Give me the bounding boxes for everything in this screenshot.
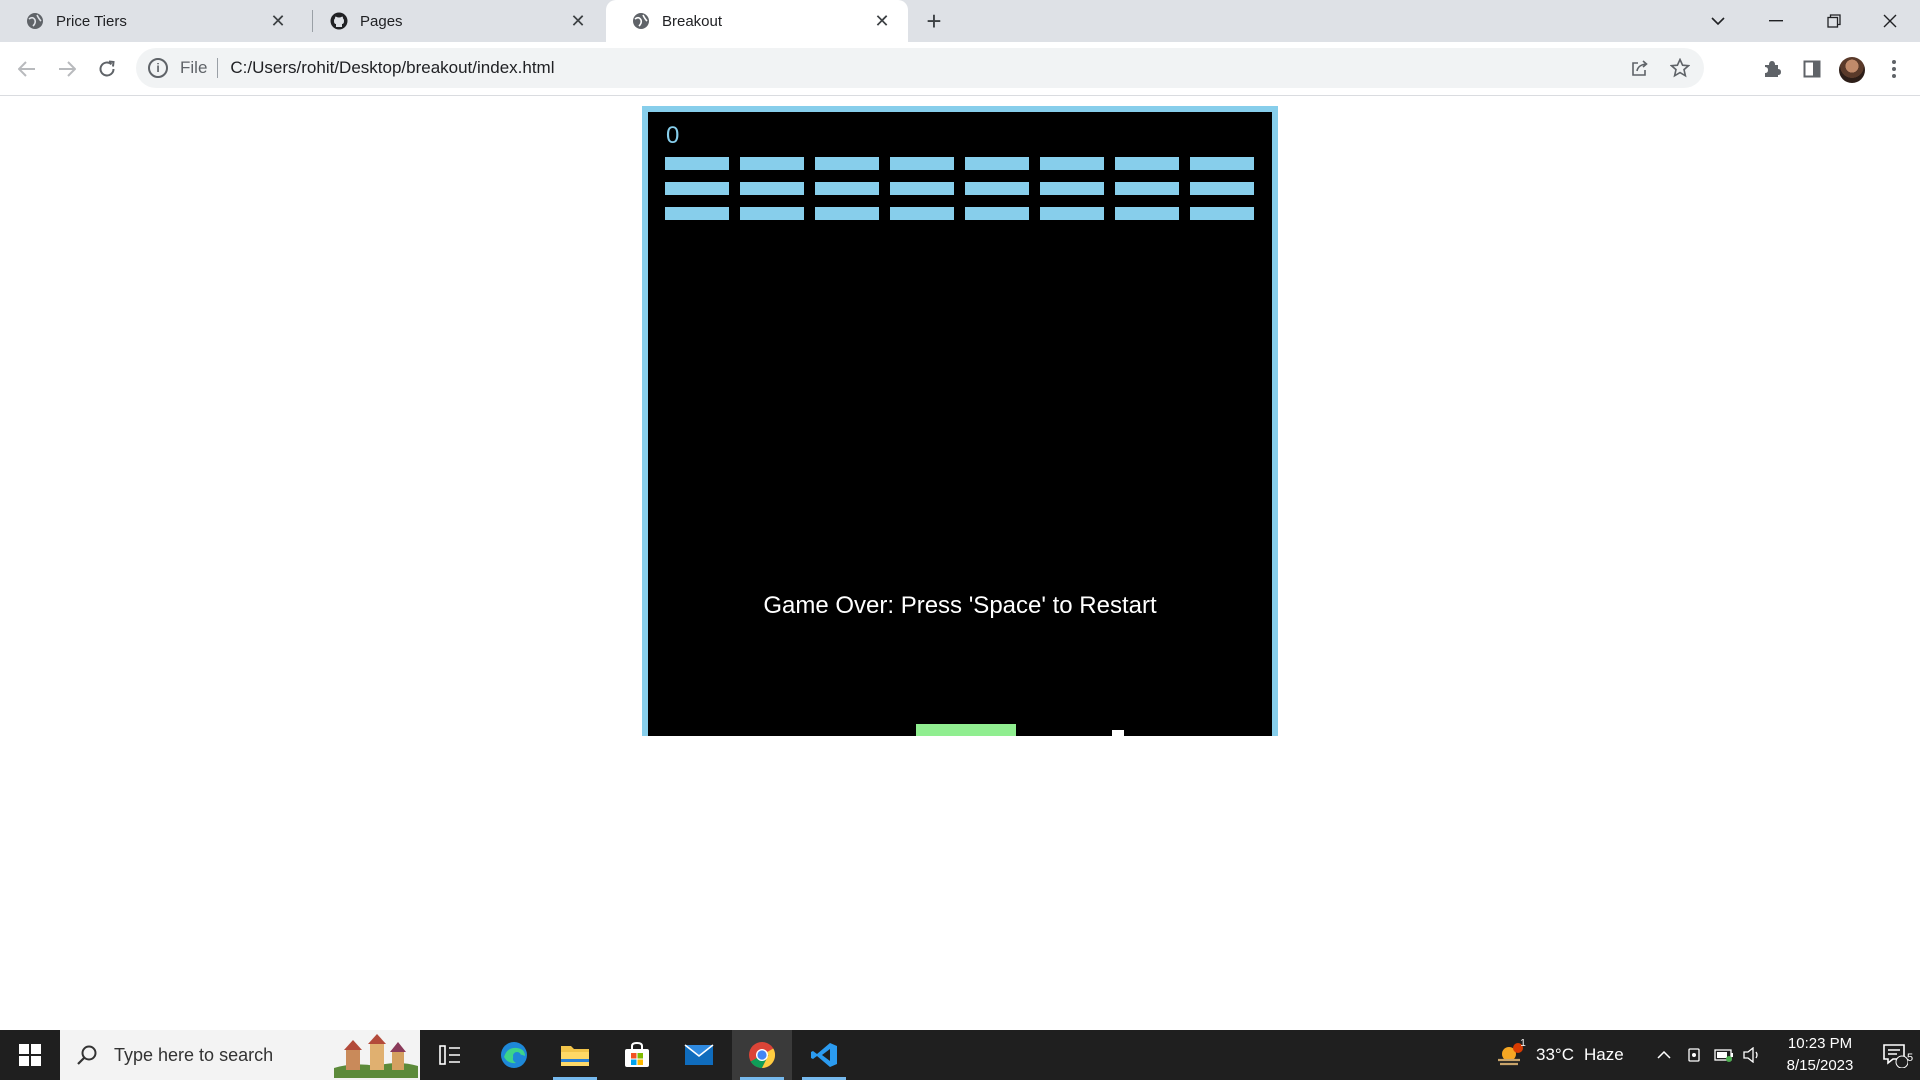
brick: [890, 157, 954, 170]
tab-search-icon[interactable]: [1690, 0, 1746, 42]
brick: [1040, 207, 1104, 220]
brick: [740, 157, 804, 170]
share-icon[interactable]: [1624, 52, 1656, 84]
search-highlight-illustration-icon: [334, 1032, 418, 1078]
brick: [1115, 157, 1179, 170]
taskbar-search-box[interactable]: Type here to search: [60, 1030, 420, 1080]
notification-center-icon[interactable]: 5: [1870, 1030, 1920, 1080]
search-placeholder: Type here to search: [114, 1044, 274, 1065]
brick: [890, 182, 954, 195]
tab-title: Price Tiers: [56, 12, 127, 30]
tab-breakout[interactable]: Breakout ✕: [606, 0, 908, 42]
brick: [1115, 182, 1179, 195]
brick: [965, 157, 1029, 170]
tab-close-icon[interactable]: ✕: [568, 11, 588, 31]
profile-avatar[interactable]: [1839, 57, 1865, 83]
address-bar[interactable]: i File C:/Users/rohit/Desktop/breakout/i…: [136, 48, 1704, 88]
reload-button[interactable]: [91, 53, 123, 85]
brick: [665, 157, 729, 170]
new-tab-button[interactable]: +: [918, 6, 950, 36]
windows-taskbar: Type here to search 1 33°C Haze 10:23 PM…: [0, 1030, 1920, 1080]
brick: [740, 207, 804, 220]
store-icon[interactable]: [607, 1030, 667, 1080]
minimize-button[interactable]: [1748, 0, 1804, 42]
brick: [1190, 207, 1254, 220]
vscode-icon[interactable]: [794, 1030, 854, 1080]
scheme-label: File: [180, 58, 208, 77]
notification-count-badge: 5: [1906, 1052, 1914, 1064]
brick: [665, 207, 729, 220]
address-divider: [217, 58, 219, 78]
game-over-message: Game Over: Press 'Space' to Restart: [763, 592, 1157, 619]
clock-date: 8/15/2023: [1786, 1057, 1854, 1074]
paddle[interactable]: [916, 724, 1016, 736]
mail-icon[interactable]: [669, 1030, 729, 1080]
show-hidden-icons-chevron-icon[interactable]: [1652, 1030, 1676, 1080]
restore-button[interactable]: [1806, 0, 1862, 42]
battery-icon[interactable]: [1712, 1030, 1736, 1080]
tab-title: Pages: [360, 12, 403, 30]
menu-kebab-icon[interactable]: [1878, 53, 1910, 85]
weather-condition: Haze: [1583, 1045, 1624, 1064]
brick: [965, 182, 1029, 195]
edge-icon[interactable]: [484, 1030, 544, 1080]
weather-badge: 1: [1520, 1038, 1526, 1049]
brick: [1190, 182, 1254, 195]
task-view-icon[interactable]: [420, 1030, 480, 1080]
brick: [815, 182, 879, 195]
tab-pages[interactable]: Pages ✕: [304, 0, 604, 42]
start-button[interactable]: [0, 1030, 60, 1080]
close-window-button[interactable]: [1862, 0, 1918, 42]
info-icon[interactable]: i: [148, 58, 168, 78]
tab-price-tiers[interactable]: Price Tiers ✕: [0, 0, 304, 42]
brick: [815, 157, 879, 170]
tab-strip: Price Tiers ✕ Pages ✕ Breakout ✕ +: [0, 0, 1920, 42]
weather-widget[interactable]: 1 33°C Haze: [1496, 1030, 1624, 1080]
side-panel-icon[interactable]: [1796, 53, 1828, 85]
globe-icon: [632, 12, 650, 30]
chrome-icon[interactable]: [732, 1030, 792, 1080]
browser-toolbar: i File C:/Users/rohit/Desktop/breakout/i…: [0, 42, 1920, 96]
brick: [815, 207, 879, 220]
search-icon: [77, 1045, 97, 1065]
ball: [1112, 730, 1124, 736]
windows-logo-icon: [19, 1044, 41, 1066]
weather-temp: 33°C: [1536, 1045, 1574, 1064]
brick: [1115, 207, 1179, 220]
meet-now-icon[interactable]: [1682, 1030, 1706, 1080]
github-icon: [330, 12, 348, 30]
tab-title: Breakout: [662, 12, 723, 30]
file-explorer-icon[interactable]: [545, 1030, 605, 1080]
brick: [740, 182, 804, 195]
clock-time: 10:23 PM: [1787, 1035, 1853, 1052]
tab-close-icon[interactable]: ✕: [268, 11, 288, 31]
brick: [1040, 182, 1104, 195]
game-canvas[interactable]: 0 Game Over: Press 'Space' to Restart: [642, 106, 1278, 736]
brick: [890, 207, 954, 220]
extensions-icon[interactable]: [1756, 53, 1788, 85]
bookmark-star-icon[interactable]: [1664, 52, 1696, 84]
back-button[interactable]: [11, 53, 43, 85]
brick: [665, 182, 729, 195]
brick: [965, 207, 1029, 220]
tab-close-icon[interactable]: ✕: [872, 11, 892, 31]
brick: [1190, 157, 1254, 170]
score-display: 0: [666, 122, 680, 149]
forward-button[interactable]: [51, 53, 83, 85]
brick: [1040, 157, 1104, 170]
globe-icon: [26, 12, 44, 30]
volume-icon[interactable]: [1740, 1030, 1764, 1080]
system-clock[interactable]: 10:23 PM 8/15/2023: [1770, 1030, 1870, 1080]
url-text[interactable]: C:/Users/rohit/Desktop/breakout/index.ht…: [230, 58, 1624, 78]
